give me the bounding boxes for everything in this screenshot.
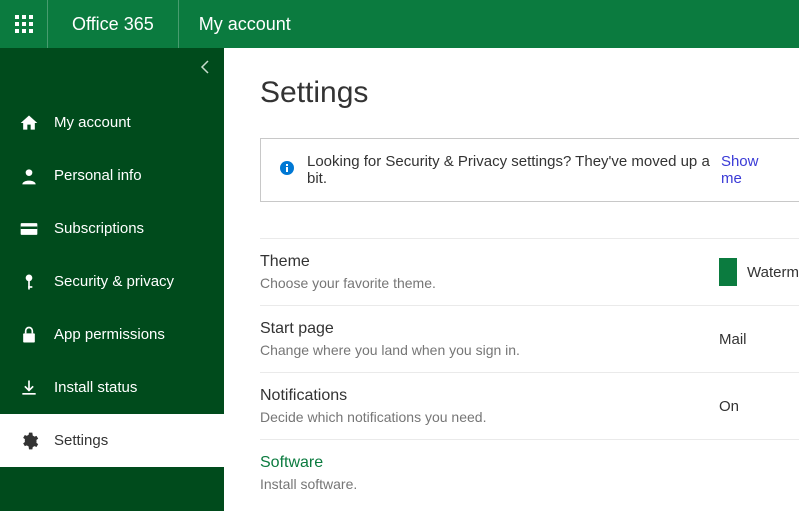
person-icon [18, 166, 40, 186]
gear-icon [18, 431, 40, 451]
setting-title: Start page [260, 320, 719, 338]
theme-swatch [719, 258, 737, 286]
setting-subtitle: Decide which notifications you need. [260, 409, 719, 425]
sidebar-item-security-privacy[interactable]: Security & privacy [0, 255, 224, 308]
home-icon [18, 113, 40, 133]
sidebar-item-label: Install status [54, 379, 137, 396]
setting-value-notifications: On [719, 398, 799, 415]
app-launcher-button[interactable] [0, 0, 48, 48]
setting-value-start: Mail [719, 331, 799, 348]
sidebar-item-app-permissions[interactable]: App permissions [0, 308, 224, 361]
setting-subtitle: Choose your favorite theme. [260, 275, 719, 291]
sidebar-item-subscriptions[interactable]: Subscriptions [0, 202, 224, 255]
setting-subtitle: Install software. [260, 476, 799, 492]
sidebar-item-settings[interactable]: Settings [0, 414, 224, 467]
brand-link[interactable]: Office 365 [48, 0, 179, 48]
banner-text: Looking for Security & Privacy settings?… [307, 153, 717, 187]
banner-show-me-link[interactable]: Show me [721, 153, 781, 187]
settings-list: Theme Choose your favorite theme. Waterm… [260, 238, 799, 506]
sidebar-item-label: Personal info [54, 167, 142, 184]
setting-title: Theme [260, 253, 719, 271]
sidebar-item-my-account[interactable]: My account [0, 96, 224, 149]
collapse-sidebar-button[interactable] [200, 60, 210, 79]
main-heading: Settings [260, 76, 799, 110]
nav: My account Personal info Subscriptions S… [0, 96, 224, 467]
sidebar-item-label: Security & privacy [54, 273, 174, 290]
setting-subtitle: Change where you land when you sign in. [260, 342, 719, 358]
sidebar-item-label: App permissions [54, 326, 165, 343]
download-icon [18, 378, 40, 398]
key-icon [18, 272, 40, 292]
main-content: Settings Looking for Security & Privacy … [224, 48, 799, 511]
page-title: My account [179, 0, 311, 48]
setting-row-notifications[interactable]: Notifications Decide which notifications… [260, 373, 799, 440]
top-bar: Office 365 My account [0, 0, 799, 48]
info-banner: Looking for Security & Privacy settings?… [260, 138, 799, 202]
setting-title: Notifications [260, 387, 719, 405]
sidebar-item-install-status[interactable]: Install status [0, 361, 224, 414]
sidebar: My account Personal info Subscriptions S… [0, 48, 224, 511]
setting-row-software[interactable]: Software Install software. [260, 440, 799, 506]
setting-value-theme: Waterm [719, 258, 799, 286]
theme-name: Waterm [747, 264, 799, 281]
sidebar-item-label: My account [54, 114, 131, 131]
sidebar-item-label: Settings [54, 432, 108, 449]
sidebar-item-label: Subscriptions [54, 220, 144, 237]
setting-title: Software [260, 454, 799, 472]
setting-row-start-page[interactable]: Start page Change where you land when yo… [260, 306, 799, 373]
sidebar-item-personal-info[interactable]: Personal info [0, 149, 224, 202]
lock-icon [18, 325, 40, 345]
card-icon [18, 219, 40, 239]
setting-row-theme[interactable]: Theme Choose your favorite theme. Waterm [260, 239, 799, 306]
info-icon [279, 160, 295, 180]
